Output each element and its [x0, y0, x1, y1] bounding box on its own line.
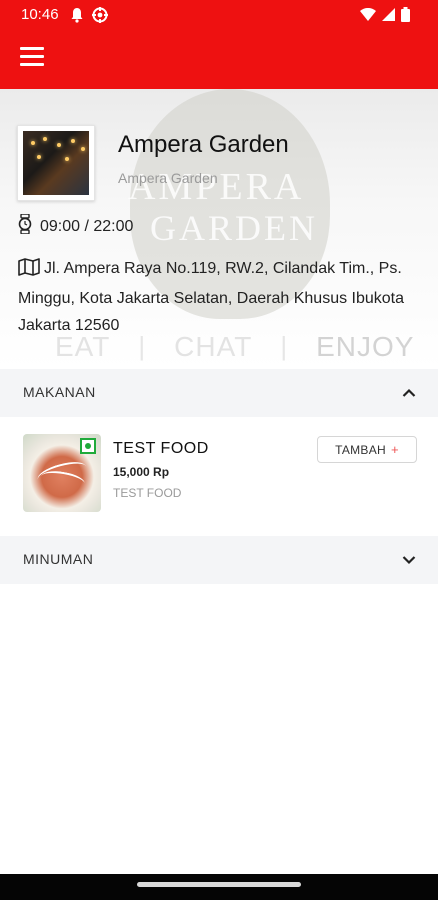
battery-icon	[401, 7, 410, 27]
restaurant-name: Ampera Garden	[118, 131, 289, 158]
gear-icon	[92, 7, 108, 28]
chevron-down-icon[interactable]	[402, 552, 416, 570]
screen: 10:46 AMPERA GARDEN EAT | CHAT | ENJOY A…	[0, 0, 438, 900]
menu-item-name: TEST FOOD	[113, 440, 209, 457]
section-minuman-header[interactable]: MINUMAN	[0, 536, 438, 584]
section-minuman-label: MINUMAN	[23, 551, 94, 567]
section-makanan-header[interactable]: MAKANAN	[0, 369, 438, 417]
restaurant-address-text: Jl. Ampera Raya No.119, RW.2, Cilandak T…	[18, 260, 405, 334]
signal-icon	[382, 8, 395, 26]
wifi-icon	[360, 7, 376, 26]
bell-icon	[70, 7, 84, 28]
home-gesture-handle[interactable]	[137, 882, 301, 887]
map-icon	[18, 258, 40, 285]
menu-item-card: TEST FOOD 15,000 Rp TEST FOOD TAMBAH +	[0, 418, 438, 536]
veg-badge-icon	[80, 438, 96, 454]
opening-hours-text: 09:00 / 22:00	[40, 217, 134, 235]
menu-item-description: TEST FOOD	[113, 486, 182, 500]
watch-icon	[18, 213, 32, 239]
hamburger-menu-icon[interactable]	[20, 47, 46, 69]
restaurant-thumbnail	[17, 125, 95, 201]
add-button-label: TAMBAH	[335, 442, 386, 457]
section-makanan-label: MAKANAN	[23, 384, 96, 400]
restaurant-photo	[23, 131, 89, 195]
system-navigation-bar	[0, 874, 438, 900]
hero-logo-text-line2: GARDEN	[150, 208, 318, 248]
menu-item-price: 15,000 Rp	[113, 465, 170, 479]
restaurant-subtitle: Ampera Garden	[118, 170, 218, 186]
status-bar: 10:46	[0, 0, 438, 30]
add-to-cart-button[interactable]: TAMBAH +	[317, 436, 417, 463]
plus-icon: +	[391, 442, 399, 457]
chevron-up-icon[interactable]	[402, 385, 416, 403]
opening-hours: 09:00 / 22:00	[18, 213, 134, 239]
status-right	[360, 7, 410, 27]
app-bar: 10:46	[0, 0, 438, 89]
restaurant-address: Jl. Ampera Raya No.119, RW.2, Cilandak T…	[18, 255, 408, 339]
status-time: 10:46	[21, 6, 59, 23]
